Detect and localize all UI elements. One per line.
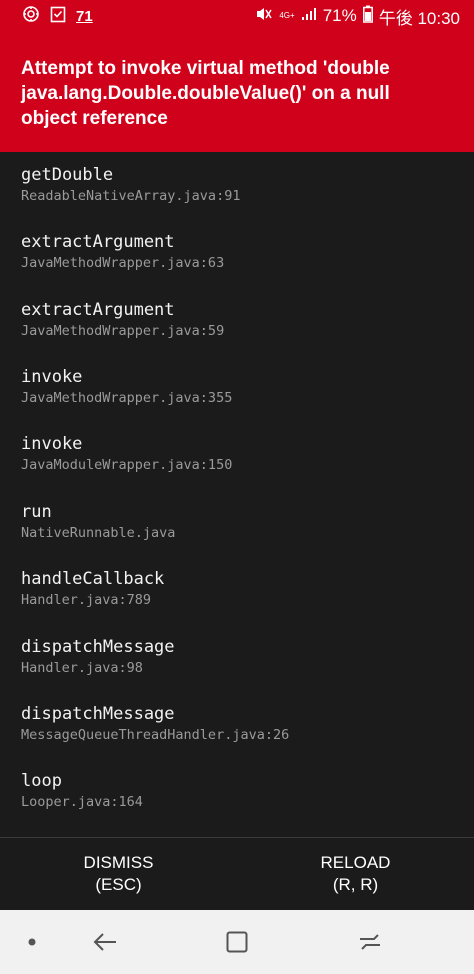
stack-frame[interactable]: extractArgument JavaMethodWrapper.java:5… <box>21 299 461 341</box>
frame-method: dispatchMessage <box>21 637 175 657</box>
home-square-icon[interactable] <box>212 910 262 974</box>
frame-file: MessageQueueThreadHandler.java:26 <box>21 727 290 743</box>
mute-icon <box>255 6 273 27</box>
action-bar: DISMISS (ESC) RELOAD (R, R) <box>0 838 474 910</box>
stack-frame[interactable]: loop Looper.java:164 <box>21 770 461 812</box>
frame-file: JavaMethodWrapper.java:355 <box>21 390 233 406</box>
frame-method: handleCallback <box>21 569 165 589</box>
notification-count: 71 <box>76 7 93 25</box>
frame-method: getDouble <box>21 165 114 185</box>
frame-method: dispatchMessage <box>21 704 175 724</box>
gear-icon <box>22 5 40 28</box>
frame-file: JavaMethodWrapper.java:59 <box>21 323 225 339</box>
clock: 午後 10:30 <box>378 8 460 28</box>
frame-method: loop <box>21 771 62 791</box>
frame-file: Handler.java:789 <box>21 592 152 608</box>
recents-icon[interactable] <box>345 910 395 974</box>
frame-file: Handler.java:98 <box>21 660 143 676</box>
error-message-line-1: Attempt to invoke virtual method 'double <box>21 58 390 79</box>
frame-method: invoke <box>21 434 83 454</box>
stack-frame[interactable]: invoke JavaModuleWrapper.java:150 <box>21 433 461 475</box>
stack-frame[interactable]: run NativeRunnable.java <box>21 501 461 543</box>
frame-method: extractArgument <box>21 300 175 320</box>
stack-frame[interactable]: dispatchMessage MessageQueueThreadHandle… <box>21 703 461 745</box>
frame-method: invoke <box>21 367 83 387</box>
dismiss-button[interactable]: DISMISS (ESC) <box>0 838 237 910</box>
dismiss-shortcut: (ESC) <box>95 875 142 894</box>
error-message-line-3: object reference <box>21 108 168 129</box>
status-right-icons: 4G+ 71% 午後 10:30 <box>255 4 460 29</box>
status-left-icons: 71 <box>22 5 93 28</box>
stack-frame[interactable]: extractArgument JavaMethodWrapper.java:6… <box>21 231 461 273</box>
frame-file: NativeRunnable.java <box>21 525 176 541</box>
status-bar: 71 4G+ 71% 午後 10:30 <box>0 0 474 32</box>
signal-icon <box>301 6 317 26</box>
frame-file: JavaModuleWrapper.java:150 <box>21 457 233 473</box>
error-header: Attempt to invoke virtual method 'double… <box>0 32 474 152</box>
back-arrow-icon[interactable] <box>80 910 130 974</box>
clipboard-check-icon <box>50 5 66 28</box>
stack-frame[interactable]: getDouble ReadableNativeArray.java:91 <box>21 164 461 206</box>
battery-icon <box>362 5 373 28</box>
frame-file: ReadableNativeArray.java:91 <box>21 188 241 204</box>
reload-button[interactable]: RELOAD (R, R) <box>237 838 474 910</box>
frame-file: Looper.java:164 <box>21 794 143 810</box>
network-type: 4G+ <box>279 11 295 20</box>
battery-percent: 71% <box>322 6 357 25</box>
navigation-bar <box>0 910 474 974</box>
dismiss-label: DISMISS <box>83 853 154 872</box>
frame-file: JavaMethodWrapper.java:63 <box>21 255 225 271</box>
stack-trace[interactable]: getDouble ReadableNativeArray.java:91 ex… <box>0 152 474 838</box>
reload-shortcut: (R, R) <box>332 875 379 894</box>
reload-label: RELOAD <box>320 853 391 872</box>
frame-method: run <box>21 502 52 522</box>
stack-frame[interactable]: handleCallback Handler.java:789 <box>21 568 461 610</box>
stack-frame[interactable]: invoke JavaMethodWrapper.java:355 <box>21 366 461 408</box>
error-message-line-2: java.lang.Double.doubleValue()' on a nul… <box>21 83 390 104</box>
frame-method: extractArgument <box>21 232 175 252</box>
stack-frame[interactable]: dispatchMessage Handler.java:98 <box>21 636 461 678</box>
dot-icon[interactable] <box>12 910 52 974</box>
